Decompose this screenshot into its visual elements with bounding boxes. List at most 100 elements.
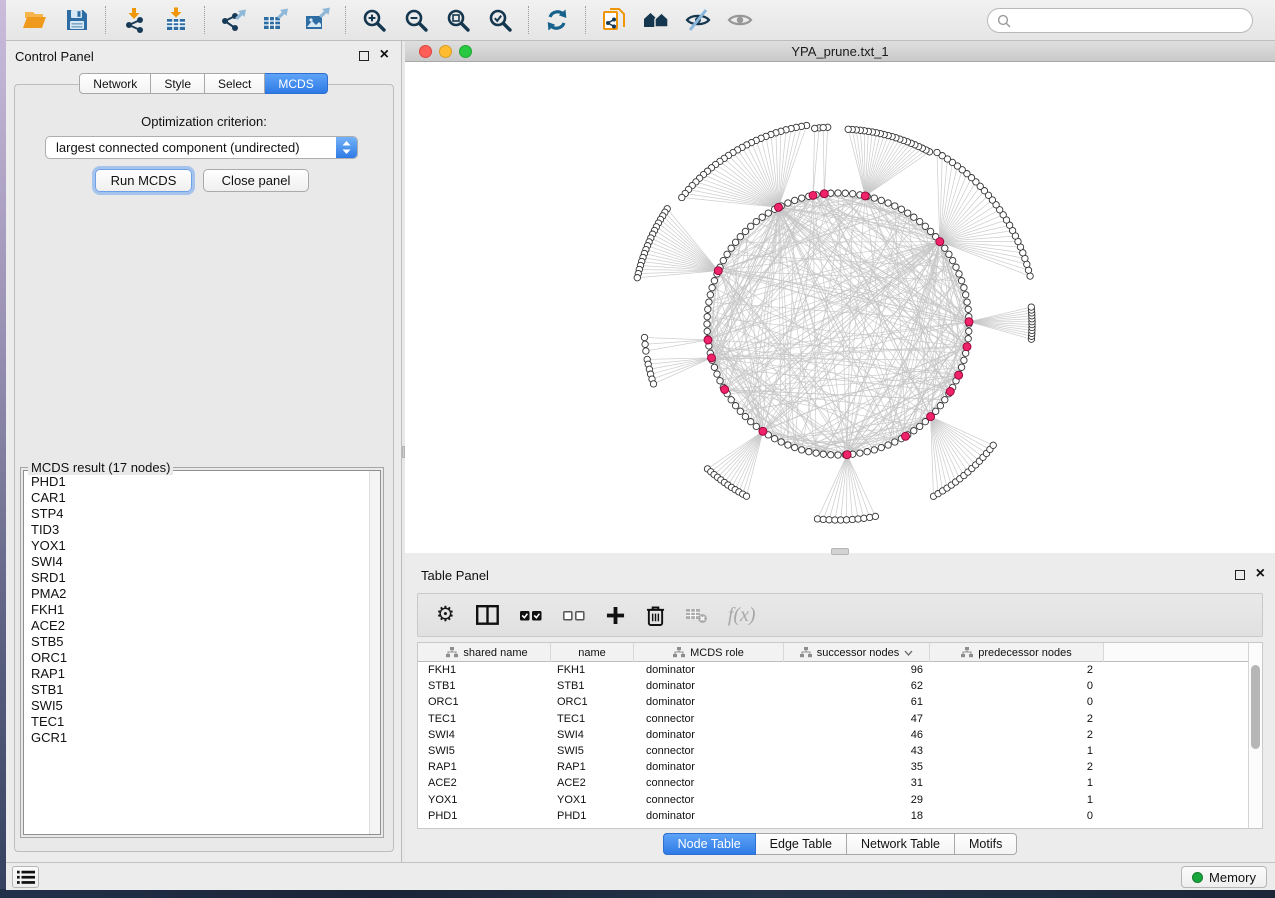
export-network-icon[interactable] [215, 3, 251, 37]
memory-button[interactable]: Memory [1181, 866, 1267, 888]
table-cell: 31 [784, 775, 923, 791]
mcds-result-item[interactable]: SWI4 [31, 554, 380, 570]
table-row[interactable]: TEC1TEC1connector472 [418, 711, 1248, 727]
show-all-icon[interactable] [722, 3, 758, 37]
mcds-result-item[interactable]: YOX1 [31, 538, 380, 554]
close-panel-icon[interactable]: × [380, 46, 389, 64]
table-cell: dominator [646, 727, 695, 743]
horizontal-splitter-grip[interactable] [831, 548, 849, 555]
mcds-result-item[interactable]: TEC1 [31, 714, 380, 730]
column-header-name[interactable]: name [551, 643, 634, 662]
refresh-layout-icon[interactable] [539, 3, 575, 37]
save-session-icon[interactable] [59, 3, 95, 37]
table-row[interactable]: ACE2ACE2connector311 [418, 775, 1248, 791]
table-row[interactable]: STB1STB1dominator620 [418, 678, 1248, 694]
network-canvas[interactable] [405, 62, 1275, 553]
tab-motifs[interactable]: Motifs [955, 833, 1017, 855]
network-graph[interactable] [405, 62, 1275, 553]
mcds-result-item[interactable]: SWI5 [31, 698, 380, 714]
settings-gear-icon[interactable]: ⚙ [436, 605, 455, 625]
tab-node-table[interactable]: Node Table [663, 833, 756, 855]
table-tabs: Node Table Edge Table Network Table Moti… [405, 833, 1275, 855]
mcds-result-item[interactable]: STP4 [31, 506, 380, 522]
mcds-result-item[interactable]: STB1 [31, 682, 380, 698]
mcds-result-item[interactable]: CAR1 [31, 490, 380, 506]
zoom-in-icon[interactable] [356, 3, 392, 37]
task-history-button[interactable] [12, 866, 39, 888]
mcds-result-item[interactable]: FKH1 [31, 602, 380, 618]
mcds-list-scrollbar[interactable] [369, 471, 380, 834]
mcds-result-item[interactable]: ORC1 [31, 650, 380, 666]
search-input[interactable] [1011, 14, 1252, 28]
mcds-result-item[interactable]: PMA2 [31, 586, 380, 602]
table-cell: 47 [784, 711, 923, 727]
import-table-icon[interactable] [158, 3, 194, 37]
table-cell: 0 [930, 678, 1093, 694]
search-box[interactable] [987, 8, 1253, 33]
table-row[interactable]: YOX1YOX1connector291 [418, 792, 1248, 808]
chevron-down-icon[interactable] [904, 650, 913, 656]
table-scrollbar[interactable] [1248, 643, 1262, 828]
zoom-out-icon[interactable] [398, 3, 434, 37]
mcds-result-item[interactable]: TID3 [31, 522, 380, 538]
close-table-panel-icon[interactable]: × [1256, 565, 1265, 583]
column-header-successor-nodes[interactable]: successor nodes [784, 643, 930, 662]
mcds-result-item[interactable]: GCR1 [31, 730, 380, 746]
export-image-icon[interactable] [299, 3, 335, 37]
table-row[interactable]: SWI4SWI4dominator462 [418, 727, 1248, 743]
column-header-predecessor-nodes[interactable]: predecessor nodes [930, 643, 1104, 662]
tab-network[interactable]: Network [79, 73, 151, 94]
table-cell: FKH1 [557, 662, 585, 678]
zoom-selected-icon[interactable] [482, 3, 518, 37]
mcds-result-item[interactable]: ACE2 [31, 618, 380, 634]
export-table-icon[interactable] [257, 3, 293, 37]
deselect-all-icon[interactable] [563, 607, 585, 623]
toolbar-separator [204, 6, 205, 34]
mcds-result-item[interactable]: RAP1 [31, 666, 380, 682]
table-cell: SWI4 [428, 727, 455, 743]
run-mcds-button[interactable]: Run MCDS [95, 169, 192, 192]
tab-style[interactable]: Style [151, 73, 205, 94]
table-cell: ORC1 [557, 694, 588, 710]
table-row[interactable]: RAP1RAP1dominator352 [418, 759, 1248, 775]
column-header-shared-name[interactable]: shared name [424, 643, 551, 662]
task-list-icon [17, 870, 35, 885]
tab-network-table[interactable]: Network Table [847, 833, 955, 855]
select-all-icon[interactable] [520, 607, 542, 623]
table-cell: 43 [784, 743, 923, 759]
float-table-panel-icon[interactable] [1235, 570, 1245, 580]
tab-mcds[interactable]: MCDS [265, 73, 327, 94]
close-panel-button[interactable]: Close panel [203, 169, 309, 192]
table-cell: YOX1 [428, 792, 457, 808]
mcds-result-item[interactable]: SRD1 [31, 570, 380, 586]
import-network-icon[interactable] [116, 3, 152, 37]
tab-edge-table[interactable]: Edge Table [756, 833, 847, 855]
table-scrollbar-thumb[interactable] [1251, 665, 1260, 749]
optimization-criterion-select[interactable]: largest connected component (undirected) [45, 136, 358, 159]
mcds-result-list[interactable]: PHD1CAR1STP4TID3YOX1SWI4SRD1PMA2FKH1ACE2… [23, 470, 381, 835]
show-column-icon[interactable] [476, 605, 499, 625]
table-cell: TEC1 [428, 711, 456, 727]
float-panel-icon[interactable] [359, 51, 369, 61]
table-row[interactable]: ORC1ORC1dominator610 [418, 694, 1248, 710]
first-neighbors-icon[interactable] [638, 3, 674, 37]
tab-select[interactable]: Select [205, 73, 265, 94]
open-file-icon[interactable] [17, 3, 53, 37]
add-column-icon[interactable] [606, 606, 625, 625]
column-header-mcds-role[interactable]: MCDS role [634, 643, 784, 662]
column-header-filler [1104, 643, 1248, 661]
delete-column-icon[interactable] [646, 605, 665, 626]
table-panel-title: Table Panel [421, 568, 489, 583]
table-cell: connector [646, 743, 694, 759]
duplicate-network-icon[interactable] [596, 3, 632, 37]
mcds-result-item[interactable]: PHD1 [31, 474, 380, 490]
table-row[interactable]: SWI5SWI5connector431 [418, 743, 1248, 759]
table-cell: FKH1 [428, 662, 456, 678]
table-cell: 2 [930, 759, 1093, 775]
hide-selected-icon[interactable] [680, 3, 716, 37]
mcds-result-item[interactable]: STB5 [31, 634, 380, 650]
zoom-fit-icon[interactable] [440, 3, 476, 37]
table-row[interactable]: PHD1PHD1dominator180 [418, 808, 1248, 824]
table-cell: SWI4 [557, 727, 584, 743]
table-row[interactable]: FKH1FKH1dominator962 [418, 662, 1248, 678]
